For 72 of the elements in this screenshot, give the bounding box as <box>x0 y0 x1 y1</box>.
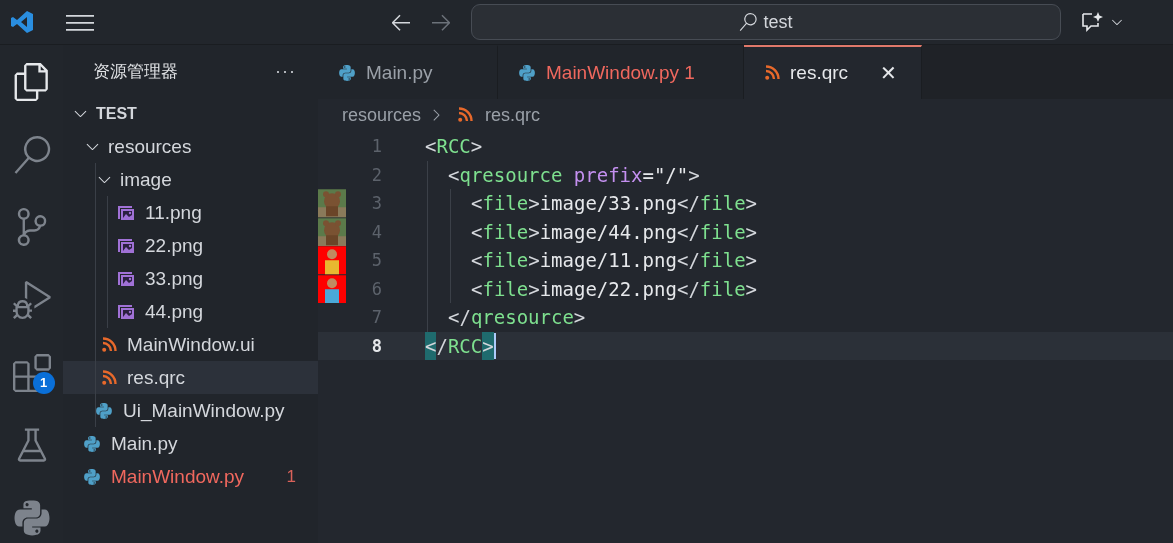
notification-badge: 1 <box>32 371 55 394</box>
file-name: 22.png <box>145 234 204 257</box>
rss-icon <box>764 65 780 81</box>
file-name: image <box>120 168 172 191</box>
code-line: <qresource prefix="/"> <box>425 160 700 189</box>
tree-item[interactable]: res.qrc <box>63 361 318 394</box>
editor-tab[interactable]: Main.py <box>318 45 498 99</box>
activity-bar-button[interactable]: 1 <box>8 347 55 398</box>
image-file-icon <box>117 237 135 254</box>
image-file-icon <box>117 204 135 221</box>
python-icon <box>83 434 101 453</box>
editor-tab[interactable]: res.qrc ✕ <box>744 45 922 99</box>
image-file-icon <box>117 303 135 320</box>
code-line: </qresource> <box>425 303 586 332</box>
code-line: <RCC> <box>425 134 483 160</box>
code-line: <file>image/44.png</file> <box>425 217 758 246</box>
line-number: 7 <box>370 307 382 328</box>
app-logo <box>10 10 34 34</box>
tree-item[interactable]: TEST <box>63 97 318 130</box>
search-icon <box>12 135 51 174</box>
tree-item[interactable]: image <box>63 163 318 196</box>
file-name: 44.png <box>145 300 204 323</box>
tree-item[interactable]: Main.py <box>63 427 318 460</box>
search-field[interactable]: test <box>471 4 1061 40</box>
breadcrumb-item[interactable]: res.qrc <box>485 104 541 126</box>
line-number: 5 <box>370 250 382 271</box>
line-number: 2 <box>370 164 382 185</box>
image-file-icon <box>117 270 135 287</box>
python-icon <box>83 467 101 486</box>
tree-item[interactable]: Ui_MainWindow.py <box>63 394 318 427</box>
tree-item[interactable]: resources <box>63 130 318 163</box>
code-line: </RCC> <box>425 331 496 360</box>
tree-item[interactable]: MainWindow.py 1 <box>63 460 318 493</box>
rss-icon <box>101 369 117 386</box>
search-icon <box>739 13 758 31</box>
tree-item[interactable]: 11.png <box>63 196 318 229</box>
chat-sparkle-icon[interactable] <box>1081 11 1105 33</box>
editor-tab[interactable]: MainWindow.py 1 <box>498 45 744 99</box>
tree-item[interactable]: MainWindow.ui <box>63 328 318 361</box>
tree-item[interactable]: 44.png <box>63 295 318 328</box>
python-icon <box>518 64 536 82</box>
line-number: 6 <box>370 278 382 299</box>
code-line: <file>image/22.png</file> <box>425 274 758 303</box>
file-name: MainWindow.py <box>111 465 245 488</box>
close-icon[interactable]: ✕ <box>880 61 898 85</box>
file-name: resources <box>108 135 192 158</box>
file-name: 33.png <box>145 267 204 290</box>
run-debug-icon <box>12 281 51 319</box>
rss-icon <box>101 336 117 353</box>
rss-icon <box>457 107 474 123</box>
file-name: MainWindow.ui <box>127 333 255 356</box>
tree-item[interactable]: 33.png <box>63 262 318 295</box>
line-number: 4 <box>370 221 382 242</box>
tree-item[interactable]: 22.png <box>63 229 318 262</box>
breadcrumb-item[interactable]: resources <box>342 104 422 126</box>
file-name: TEST <box>96 104 137 123</box>
file-name: 11.png <box>145 201 202 224</box>
files-icon <box>12 63 51 102</box>
python-icon <box>95 401 113 420</box>
file-name: Main.py <box>111 432 178 455</box>
line-number: 8 <box>370 335 382 356</box>
code-line: <file>image/33.png</file> <box>425 189 758 218</box>
python-icon <box>338 64 356 82</box>
extensions-icon <box>12 353 51 392</box>
line-number: 1 <box>370 136 382 157</box>
code-line: <file>image/11.png</file> <box>425 246 758 275</box>
line-number: 3 <box>370 193 382 214</box>
more-actions-button[interactable]: ··· <box>275 60 296 82</box>
file-name: res.qrc <box>127 366 186 389</box>
problem-count: 1 <box>286 466 296 487</box>
sidebar-title: 资源管理器 <box>93 60 178 83</box>
file-name: Ui_MainWindow.py <box>123 399 285 422</box>
